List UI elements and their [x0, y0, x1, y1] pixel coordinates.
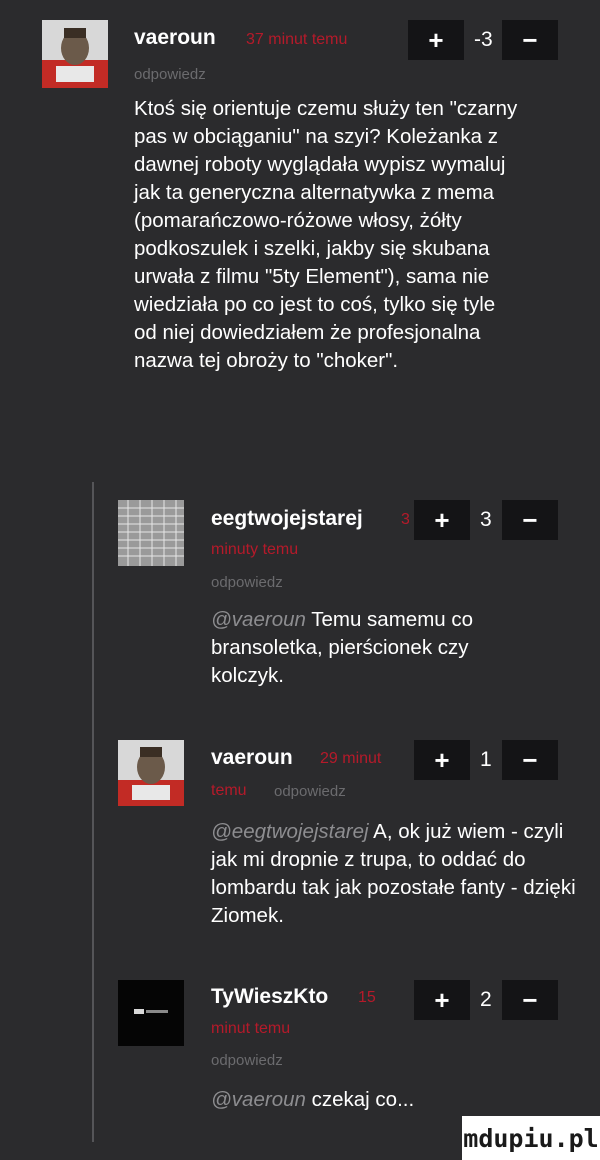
comment-text: @vaeroun czekaj co... — [211, 1086, 541, 1114]
comment-username[interactable]: TyWieszKto — [211, 985, 328, 1009]
comment-text: @eegtwojejstarej A, ok już wiem - czyli … — [211, 818, 581, 930]
site-watermark: mdupiu.pl — [462, 1116, 600, 1160]
comment-time-number: 3 — [401, 511, 409, 528]
avatar-image — [118, 500, 184, 566]
avatar-image — [42, 20, 108, 88]
avatar[interactable] — [42, 20, 108, 88]
avatar-image — [118, 740, 184, 806]
reply-link[interactable]: odpowiedz — [274, 783, 346, 800]
downvote-button[interactable]: − — [502, 740, 558, 780]
upvote-button[interactable]: + — [408, 20, 464, 60]
comment-time: minuty temu — [211, 541, 299, 558]
avatar[interactable] — [118, 500, 184, 566]
comment-username[interactable]: vaeroun — [211, 746, 293, 770]
comment-time: 37 minut temu — [246, 31, 348, 48]
avatar-image — [118, 980, 184, 1046]
score: 2 — [480, 988, 492, 1011]
downvote-button[interactable]: − — [502, 980, 558, 1020]
score: 1 — [480, 748, 492, 771]
comment-time: minut temu — [211, 1020, 291, 1037]
reply-link[interactable]: odpowiedz — [134, 66, 206, 83]
comment-username[interactable]: vaeroun — [134, 26, 216, 50]
thread-line — [92, 482, 94, 1142]
user-mention[interactable]: @vaeroun — [211, 608, 306, 631]
comment-time-number: 15 — [358, 989, 376, 1006]
score: -3 — [474, 28, 493, 51]
avatar[interactable] — [118, 980, 184, 1046]
downvote-button[interactable]: − — [502, 20, 558, 60]
score: 3 — [480, 508, 492, 531]
upvote-button[interactable]: + — [414, 500, 470, 540]
upvote-button[interactable]: + — [414, 980, 470, 1020]
reply-link[interactable]: odpowiedz — [211, 1052, 283, 1069]
user-mention[interactable]: @eegtwojejstarej — [211, 820, 369, 843]
comment-time: 29 minut — [320, 750, 382, 767]
comment-text-content: czekaj co... — [311, 1088, 415, 1111]
comment-text: Ktoś się orientuje czemu służy ten "czar… — [134, 97, 518, 372]
comment-text: @vaeroun Temu samemu co bransoletka, pie… — [211, 606, 541, 690]
avatar[interactable] — [118, 740, 184, 806]
reply-link[interactable]: odpowiedz — [211, 574, 283, 591]
upvote-button[interactable]: + — [414, 740, 470, 780]
comment-username[interactable]: eegtwojejstarej — [211, 507, 363, 531]
downvote-button[interactable]: − — [502, 500, 558, 540]
comment-time-continued: temu — [211, 782, 247, 799]
user-mention[interactable]: @vaeroun — [211, 1088, 306, 1111]
